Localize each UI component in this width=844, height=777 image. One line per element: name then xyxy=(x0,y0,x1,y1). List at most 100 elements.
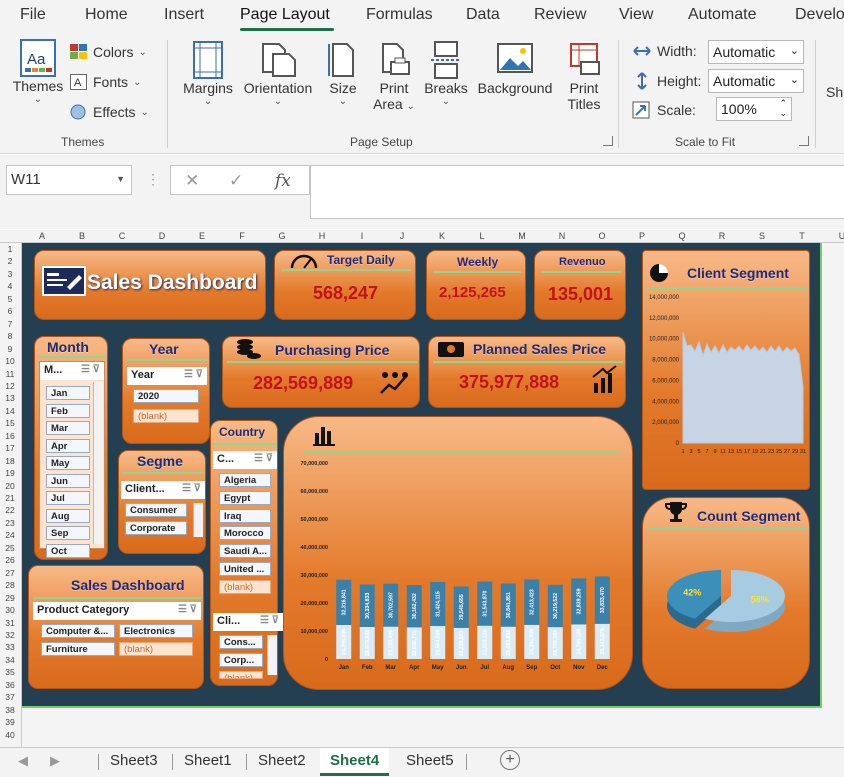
breaks-button[interactable]: Breaks ⌄ xyxy=(423,40,469,107)
client-item-blank[interactable]: (blank) xyxy=(219,671,263,679)
scroll-left-icon[interactable]: ◀ xyxy=(18,753,28,769)
column-header[interactable]: D xyxy=(142,231,182,241)
country-item[interactable]: Algeria xyxy=(219,473,271,487)
name-box[interactable]: W11 ▼ xyxy=(6,165,132,195)
multiselect-filter-icon[interactable]: ☰ ⊽ xyxy=(184,369,203,380)
row-header[interactable]: 24 xyxy=(0,530,20,540)
country-item[interactable]: Morocco xyxy=(219,526,271,541)
multiselect-filter-icon[interactable]: ☰ ⊽ xyxy=(254,453,273,464)
month-item-oct[interactable]: Oct xyxy=(46,543,90,558)
segment-item-consumer[interactable]: Consumer xyxy=(125,503,187,517)
row-header[interactable]: 7 xyxy=(0,319,20,329)
effects-button[interactable]: Effects ⌄ xyxy=(70,104,149,120)
scale-spinner[interactable]: 100% ⌃ ⌄ xyxy=(716,97,792,121)
row-header[interactable]: 23 xyxy=(0,518,20,528)
fonts-button[interactable]: A Fonts ⌄ xyxy=(70,74,141,90)
column-header[interactable]: S xyxy=(742,231,782,241)
enter-icon[interactable]: ✓ xyxy=(229,171,243,191)
row-header[interactable]: 8 xyxy=(0,331,20,341)
segment-scrollbar[interactable] xyxy=(193,503,203,537)
menu-data[interactable]: Data xyxy=(466,6,500,24)
row-header[interactable]: 14 xyxy=(0,406,20,416)
formula-input[interactable] xyxy=(310,165,844,219)
row-header[interactable]: 39 xyxy=(0,717,20,727)
row-header[interactable]: 2 xyxy=(0,256,20,266)
multiselect-filter-icon[interactable]: ☰ ⊽ xyxy=(81,364,100,375)
client-item-corporate[interactable]: Corp... xyxy=(219,653,263,667)
column-header[interactable]: Q xyxy=(662,231,702,241)
country-item-blank[interactable]: (blank) xyxy=(219,579,271,594)
row-header[interactable]: 10 xyxy=(0,356,20,366)
insert-function-icon[interactable]: fx xyxy=(275,171,291,191)
menu-formulas[interactable]: Formulas xyxy=(366,6,433,24)
country-item[interactable]: Saudi A... xyxy=(219,544,271,559)
row-header[interactable]: 16 xyxy=(0,431,20,441)
size-button[interactable]: Size ⌄ xyxy=(324,40,362,107)
menu-developer[interactable]: Develo xyxy=(795,6,844,24)
month-item-feb[interactable]: Feb xyxy=(46,403,90,418)
row-header[interactable]: 22 xyxy=(0,505,20,515)
height-select[interactable]: Automatic ⌄ xyxy=(708,69,804,93)
row-header[interactable]: 5 xyxy=(0,294,20,304)
country-item[interactable]: Iraq xyxy=(219,508,271,523)
column-header[interactable]: A xyxy=(22,231,62,241)
tab-sheet2[interactable]: Sheet2 xyxy=(248,748,316,776)
column-header[interactable]: O xyxy=(582,231,622,241)
column-header[interactable]: U xyxy=(822,231,844,241)
client-scrollbar[interactable] xyxy=(267,635,277,675)
month-item-apr[interactable]: Apr xyxy=(46,438,90,453)
tab-sheet4[interactable]: Sheet4 xyxy=(320,748,390,776)
row-header[interactable]: 36 xyxy=(0,680,20,690)
tab-sheet3[interactable]: Sheet3 xyxy=(100,748,168,776)
menu-insert[interactable]: Insert xyxy=(164,6,204,24)
month-item-aug[interactable]: Aug xyxy=(46,508,90,523)
row-header[interactable]: 26 xyxy=(0,555,20,565)
multiselect-filter-icon[interactable]: ☰ ⊽ xyxy=(260,615,279,626)
column-header[interactable]: I xyxy=(342,231,382,241)
orientation-button[interactable]: Orientation ⌄ xyxy=(239,40,317,107)
product-item-electronics[interactable]: Electronics xyxy=(119,624,193,638)
row-header[interactable]: 18 xyxy=(0,456,20,466)
month-item-jun[interactable]: Jun xyxy=(46,473,90,488)
row-header[interactable]: 9 xyxy=(0,344,20,354)
column-header[interactable]: L xyxy=(462,231,502,241)
row-header[interactable]: 35 xyxy=(0,667,20,677)
themes-button[interactable]: Aa Themes ⌄ xyxy=(12,38,64,105)
page-setup-launcher-icon[interactable] xyxy=(603,136,613,146)
row-header[interactable]: 37 xyxy=(0,692,20,702)
client-item-consumer[interactable]: Cons... xyxy=(219,635,263,649)
column-header[interactable]: N xyxy=(542,231,582,241)
colors-button[interactable]: Colors ⌄ xyxy=(70,44,147,60)
column-header[interactable]: H xyxy=(302,231,342,241)
country-item[interactable]: United ... xyxy=(219,562,271,576)
row-header[interactable]: 29 xyxy=(0,593,20,603)
month-item-jan[interactable]: Jan xyxy=(46,386,90,400)
country-item[interactable]: Egypt xyxy=(219,490,271,505)
menu-home[interactable]: Home xyxy=(85,6,128,24)
spinner-arrows-icon[interactable]: ⌃ ⌄ xyxy=(779,98,787,118)
row-header[interactable]: 11 xyxy=(0,369,20,379)
row-header[interactable]: 27 xyxy=(0,568,20,578)
year-item-2020[interactable]: 2020 xyxy=(133,389,199,403)
month-item-may[interactable]: May xyxy=(46,456,90,470)
row-header[interactable]: 25 xyxy=(0,543,20,553)
product-item-blank[interactable]: (blank) xyxy=(119,642,193,656)
row-header[interactable]: 34 xyxy=(0,655,20,665)
column-header[interactable]: G xyxy=(262,231,302,241)
column-header[interactable]: B xyxy=(62,231,102,241)
menu-page-layout[interactable]: Page Layout xyxy=(240,6,330,24)
row-header[interactable]: 31 xyxy=(0,618,20,628)
row-header[interactable]: 17 xyxy=(0,443,20,453)
month-item-jul[interactable]: Jul xyxy=(46,491,90,505)
column-header[interactable]: C xyxy=(102,231,142,241)
row-header[interactable]: 20 xyxy=(0,481,20,491)
add-sheet-button[interactable]: + xyxy=(500,750,520,770)
tab-sheet5[interactable]: Sheet5 xyxy=(396,748,464,776)
scale-to-fit-launcher-icon[interactable] xyxy=(799,136,809,146)
background-button[interactable]: Background xyxy=(474,40,556,96)
menu-view[interactable]: View xyxy=(619,6,653,24)
column-header[interactable]: T xyxy=(782,231,822,241)
segment-item-corporate[interactable]: Corporate xyxy=(125,521,187,535)
column-header[interactable]: K xyxy=(422,231,462,241)
month-item-sep[interactable]: Sep xyxy=(46,526,90,540)
